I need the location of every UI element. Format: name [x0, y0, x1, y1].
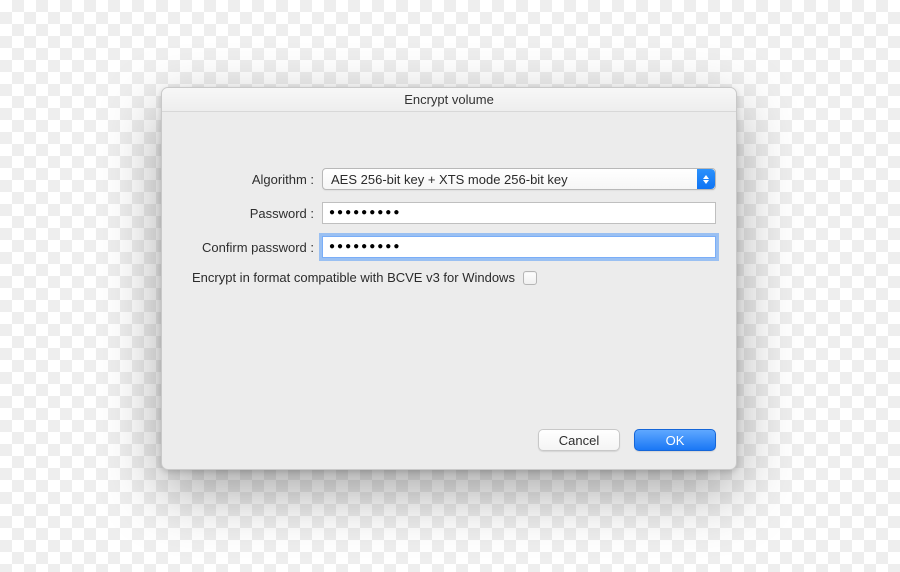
confirm-password-row: Confirm password : ●●●●●●●●●: [182, 236, 716, 258]
dialog-title: Encrypt volume: [404, 92, 494, 107]
confirm-password-control: ●●●●●●●●●: [322, 236, 716, 258]
confirm-password-label: Confirm password :: [182, 240, 322, 255]
encrypt-volume-dialog: Encrypt volume Algorithm : AES 256-bit k…: [161, 87, 737, 470]
compat-label: Encrypt in format compatible with BCVE v…: [192, 270, 515, 285]
algorithm-label: Algorithm :: [182, 172, 322, 187]
password-input[interactable]: ●●●●●●●●●: [322, 202, 716, 224]
updown-icon: [697, 169, 715, 189]
password-value: ●●●●●●●●●: [329, 207, 401, 218]
compat-row: Encrypt in format compatible with BCVE v…: [182, 270, 716, 285]
ok-button[interactable]: OK: [634, 429, 716, 451]
ok-button-label: OK: [666, 433, 685, 448]
dialog-footer: Cancel OK: [538, 429, 716, 451]
cancel-button-label: Cancel: [559, 433, 599, 448]
password-label: Password :: [182, 206, 322, 221]
password-row: Password : ●●●●●●●●●: [182, 202, 716, 224]
algorithm-row: Algorithm : AES 256-bit key + XTS mode 2…: [182, 168, 716, 190]
cancel-button[interactable]: Cancel: [538, 429, 620, 451]
compat-checkbox[interactable]: [523, 271, 537, 285]
algorithm-control: AES 256-bit key + XTS mode 256-bit key: [322, 168, 716, 190]
dialog-content: Algorithm : AES 256-bit key + XTS mode 2…: [162, 112, 736, 469]
confirm-password-input[interactable]: ●●●●●●●●●: [322, 236, 716, 258]
password-control: ●●●●●●●●●: [322, 202, 716, 224]
dialog-titlebar: Encrypt volume: [162, 88, 736, 112]
confirm-password-value: ●●●●●●●●●: [329, 241, 401, 252]
algorithm-selected-value: AES 256-bit key + XTS mode 256-bit key: [331, 172, 568, 187]
algorithm-select[interactable]: AES 256-bit key + XTS mode 256-bit key: [322, 168, 716, 190]
